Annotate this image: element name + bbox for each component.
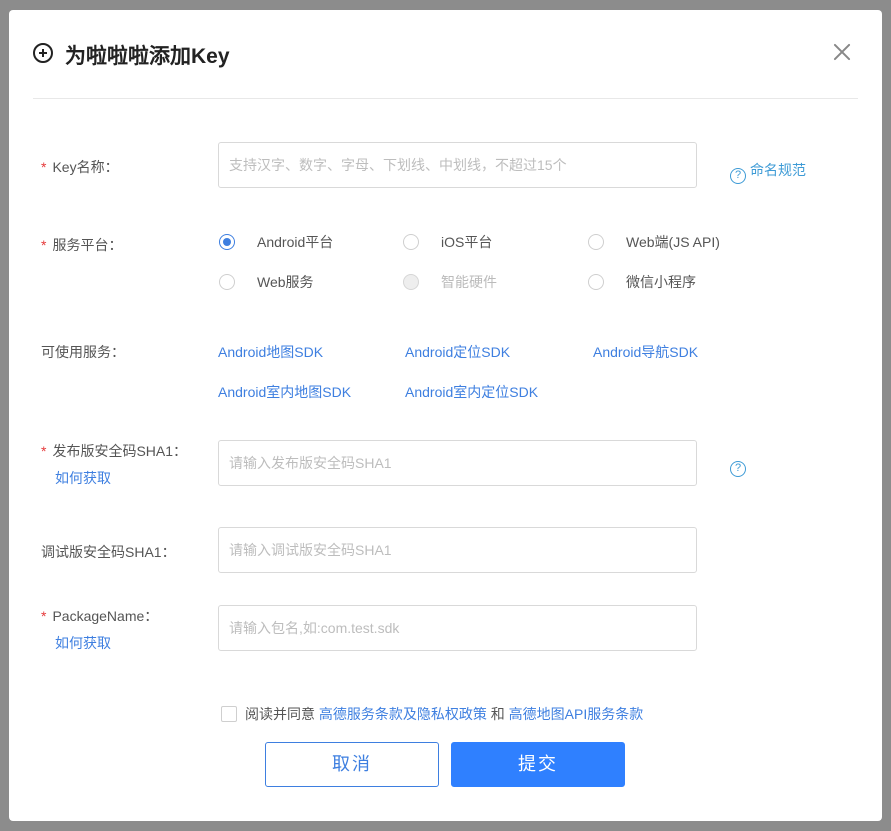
platform-label: * 服务平台： bbox=[41, 237, 123, 253]
release-sha1-input[interactable] bbox=[218, 440, 697, 486]
key-name-input[interactable] bbox=[218, 142, 697, 188]
map-api-terms-link[interactable]: 高德地图API服务条款 bbox=[509, 706, 644, 722]
service-terms-privacy-link[interactable]: 高德服务条款及隐私权政策 bbox=[319, 706, 487, 722]
package-name-how-to-get-link[interactable]: 如何获取 bbox=[55, 633, 111, 653]
service-link-map-sdk[interactable]: Android地图SDK bbox=[218, 342, 323, 362]
release-sha1-label: * 发布版安全码SHA1： bbox=[41, 443, 188, 459]
services-label: 可使用服务： bbox=[41, 344, 125, 360]
release-sha1-how-to-get-link[interactable]: 如何获取 bbox=[55, 468, 111, 488]
submit-button[interactable]: 提交 bbox=[451, 742, 625, 787]
question-circle-icon: ? bbox=[730, 168, 746, 184]
add-circle-icon bbox=[33, 43, 53, 63]
service-link-location-sdk[interactable]: Android定位SDK bbox=[405, 342, 510, 362]
radio-button bbox=[219, 274, 235, 290]
radio-smart-hardware: 智能硬件 bbox=[403, 272, 497, 292]
naming-rules-link[interactable]: ? 命名规范 bbox=[730, 160, 806, 184]
radio-web-js-api[interactable]: Web端(JS API) bbox=[588, 232, 720, 252]
radio-button bbox=[219, 234, 235, 250]
radio-android[interactable]: Android平台 bbox=[219, 232, 333, 252]
close-icon[interactable] bbox=[832, 42, 852, 62]
radio-wechat-miniprogram[interactable]: 微信小程序 bbox=[588, 272, 696, 292]
agreement-checkbox[interactable] bbox=[221, 706, 237, 722]
release-sha1-help[interactable]: ? bbox=[730, 455, 750, 477]
radio-button bbox=[403, 274, 419, 290]
radio-button bbox=[588, 274, 604, 290]
package-name-input[interactable] bbox=[218, 605, 697, 651]
debug-sha1-input[interactable] bbox=[218, 527, 697, 573]
key-name-label: * Key名称： bbox=[41, 159, 119, 175]
radio-ios[interactable]: iOS平台 bbox=[403, 232, 492, 252]
radio-web-service[interactable]: Web服务 bbox=[219, 272, 314, 292]
service-link-indoor-location-sdk[interactable]: Android室内定位SDK bbox=[405, 382, 538, 402]
service-link-navigation-sdk[interactable]: Android导航SDK bbox=[593, 342, 698, 362]
add-key-dialog: 为啦啦啦添加Key *Key名称： ?命名规范 *服务平台： Android平台… bbox=[9, 10, 882, 821]
package-name-label: * PackageName： bbox=[41, 608, 159, 624]
radio-button bbox=[588, 234, 604, 250]
radio-button bbox=[403, 234, 419, 250]
debug-sha1-label: 调试版安全码SHA1： bbox=[41, 544, 176, 560]
dialog-title: 为啦啦啦添加Key bbox=[65, 45, 230, 68]
dialog-header: 为啦啦啦添加Key bbox=[33, 10, 858, 99]
service-link-indoor-map-sdk[interactable]: Android室内地图SDK bbox=[218, 382, 351, 402]
cancel-button[interactable]: 取消 bbox=[265, 742, 439, 787]
agreement-row: 阅读并同意 高德服务条款及隐私权政策 和 高德地图API服务条款 bbox=[221, 704, 643, 724]
question-circle-icon: ? bbox=[730, 461, 746, 477]
